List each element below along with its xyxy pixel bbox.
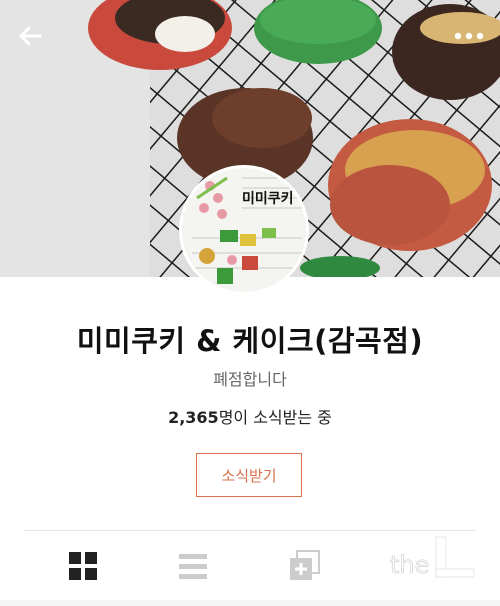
store-status: 폐점합니다 [213, 370, 287, 389]
profile-avatar[interactable]: 미미쿠키 [179, 165, 309, 295]
back-arrow-icon[interactable] [14, 20, 46, 52]
more-dots-icon[interactable] [452, 24, 486, 48]
avatar-logo-text: 미미쿠키 [242, 191, 294, 207]
subscriber-info: 2,365명이 소식받는 중 [0, 404, 500, 428]
subscriber-count: 2,365 [168, 408, 219, 427]
album-plus-icon[interactable] [287, 549, 321, 583]
subscriber-suffix: 명이 소식받는 중 [218, 408, 332, 427]
grid-view-icon[interactable] [66, 549, 100, 583]
watermark-text: the [390, 551, 429, 579]
subscribe-button[interactable]: 소식받기 [196, 453, 302, 497]
list-view-icon[interactable] [176, 549, 210, 583]
watermark-logo: the [390, 536, 475, 579]
bottom-bar [0, 600, 500, 606]
store-title: 미미쿠키 & 케이크(감곡점) [76, 324, 424, 358]
